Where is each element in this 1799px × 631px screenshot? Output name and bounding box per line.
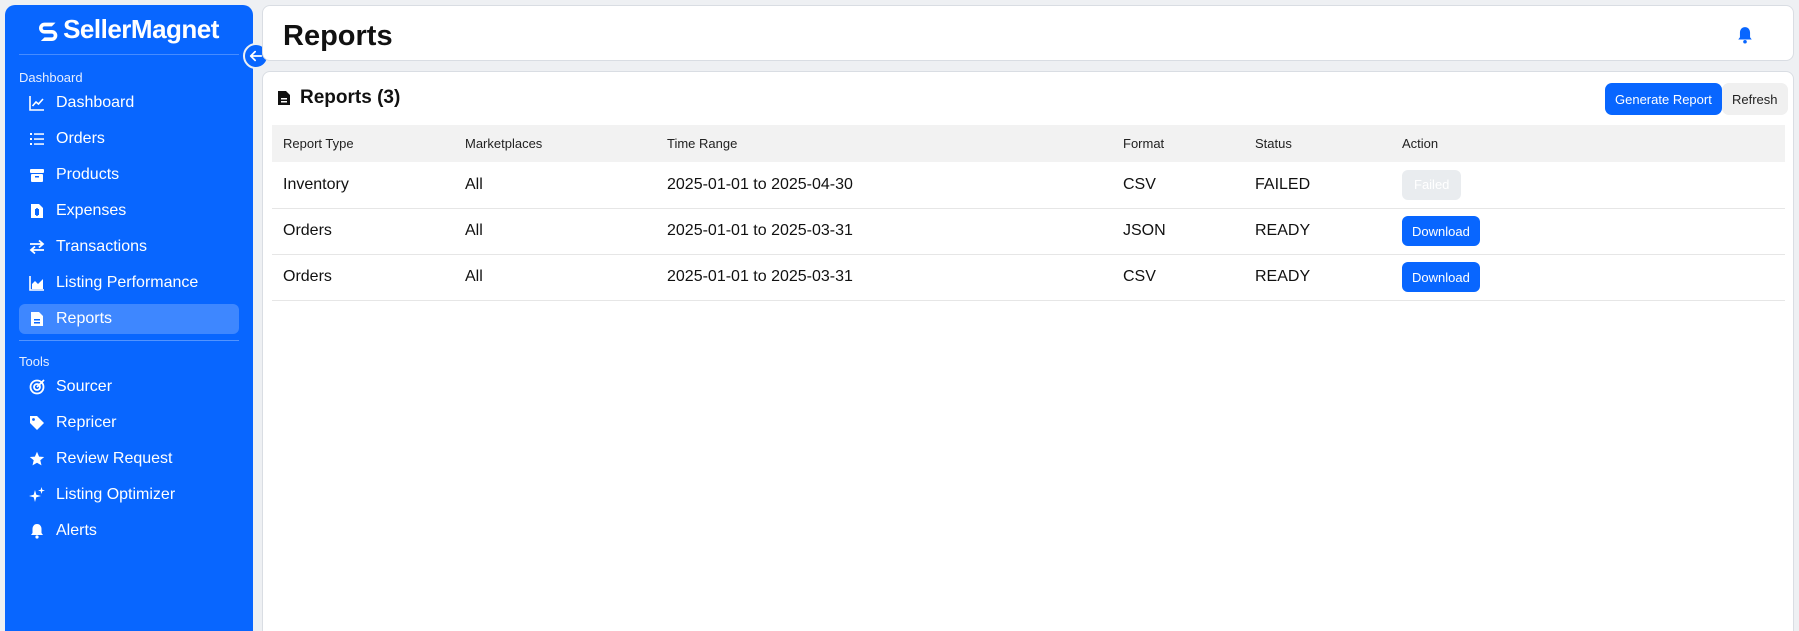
bell-icon: [29, 523, 45, 539]
column-header[interactable]: Report Type: [272, 125, 454, 162]
status-cell: READY: [1244, 254, 1391, 301]
swap-arrows-icon: [29, 239, 45, 255]
logo-mark-icon: [39, 22, 58, 41]
star-icon: [29, 451, 45, 467]
sidebar-item-label: Orders: [56, 130, 105, 147]
sidebar-item-label: Transactions: [56, 238, 147, 255]
action-cell: Failed: [1391, 162, 1785, 209]
section-label-dashboard: Dashboard: [19, 70, 83, 85]
page-title: Reports: [283, 20, 393, 52]
sidebar-item-reports[interactable]: Reports: [19, 304, 239, 334]
line-chart-icon: [29, 95, 45, 111]
sidebar-item-alerts[interactable]: Alerts: [19, 516, 239, 546]
format-cell: CSV: [1112, 162, 1244, 209]
area-chart-icon: [29, 275, 45, 291]
sidebar-item-label: Listing Performance: [56, 274, 199, 291]
sidebar-item-label: Expenses: [56, 202, 127, 219]
sidebar-item-listing-optimizer[interactable]: Listing Optimizer: [19, 480, 239, 510]
sidebar-divider: [19, 340, 239, 341]
report-type-cell: Orders: [272, 254, 454, 301]
time-range-cell: 2025-01-01 to 2025-03-31: [656, 208, 1112, 255]
receipt-icon: [29, 203, 45, 219]
file-icon: [278, 91, 290, 105]
refresh-button[interactable]: Refresh: [1722, 83, 1788, 115]
notifications-button[interactable]: [1737, 26, 1755, 44]
column-header[interactable]: Time Range: [656, 125, 1112, 162]
sidebar: SellerMagnet Dashboard Dashboard Orders …: [5, 5, 269, 631]
sidebar-item-listing-performance[interactable]: Listing Performance: [19, 268, 239, 298]
sidebar-item-review-request[interactable]: Review Request: [19, 444, 239, 474]
sidebar-item-label: Reports: [56, 310, 113, 327]
download-button[interactable]: Download: [1402, 216, 1480, 246]
box-icon: [29, 167, 45, 183]
sidebar-item-label: Listing Optimizer: [56, 486, 176, 503]
sidebar-item-label: Review Request: [56, 450, 173, 467]
report-type-cell: Inventory: [272, 162, 454, 209]
column-header[interactable]: Marketplaces: [454, 125, 656, 162]
list-icon: [29, 131, 45, 147]
arrow-left-icon: [249, 50, 263, 62]
format-cell: CSV: [1112, 254, 1244, 301]
reports-card: Reports (3) Generate Report Refresh Repo…: [262, 71, 1794, 631]
file-icon: [29, 311, 45, 327]
section-label-tools: Tools: [19, 354, 50, 369]
sidebar-item-label: Sourcer: [56, 378, 113, 395]
table-row: Orders All 2025-01-01 to 2025-03-31 CSV …: [272, 254, 1785, 301]
generate-report-button[interactable]: Generate Report: [1605, 83, 1722, 115]
bell-icon: [1738, 27, 1752, 44]
sidebar-item-products[interactable]: Products: [19, 160, 239, 190]
brand-logo[interactable]: SellerMagnet: [19, 5, 239, 55]
table-row: Inventory All 2025-01-01 to 2025-04-30 C…: [272, 162, 1785, 209]
sidebar-item-label: Dashboard: [56, 94, 135, 111]
sidebar-item-orders[interactable]: Orders: [19, 124, 239, 154]
column-header[interactable]: Status: [1244, 125, 1391, 162]
time-range-cell: 2025-01-01 to 2025-03-31: [656, 254, 1112, 301]
marketplaces-cell: All: [454, 162, 656, 209]
status-cell: FAILED: [1244, 162, 1391, 209]
sidebar-item-dashboard[interactable]: Dashboard: [19, 88, 239, 118]
reports-table: Report Type Marketplaces Time Range Form…: [272, 125, 1785, 301]
sidebar-item-sourcer[interactable]: Sourcer: [19, 372, 239, 402]
time-range-cell: 2025-01-01 to 2025-04-30: [656, 162, 1112, 209]
failed-button: Failed: [1402, 169, 1462, 200]
report-type-cell: Orders: [272, 208, 454, 255]
sidebar-item-expenses[interactable]: Expenses: [19, 196, 239, 226]
sidebar-item-transactions[interactable]: Transactions: [19, 232, 239, 262]
action-cell: Download: [1391, 254, 1785, 301]
table-row: Orders All 2025-01-01 to 2025-03-31 JSON…: [272, 208, 1785, 255]
sidebar-item-label: Alerts: [56, 522, 97, 539]
status-cell: READY: [1244, 208, 1391, 255]
sidebar-item-repricer[interactable]: Repricer: [19, 408, 239, 438]
sidebar-item-label: Products: [56, 166, 120, 183]
download-button[interactable]: Download: [1402, 262, 1480, 292]
sidebar-item-label: Repricer: [56, 414, 117, 431]
card-title-text: Reports (3): [300, 87, 401, 108]
top-header: Reports: [262, 5, 1794, 61]
tag-icon: [29, 415, 45, 431]
brand-name: SellerMagnet: [63, 14, 219, 44]
action-cell: Download: [1391, 208, 1785, 255]
format-cell: JSON: [1112, 208, 1244, 255]
target-icon: [29, 379, 45, 395]
card-title: Reports (3): [277, 87, 400, 109]
sparkles-icon: [29, 487, 45, 503]
table-header-row: Report Type Marketplaces Time Range Form…: [272, 125, 1785, 162]
column-header[interactable]: Format: [1112, 125, 1244, 162]
column-header: Action: [1391, 125, 1785, 162]
marketplaces-cell: All: [454, 254, 656, 301]
marketplaces-cell: All: [454, 208, 656, 255]
